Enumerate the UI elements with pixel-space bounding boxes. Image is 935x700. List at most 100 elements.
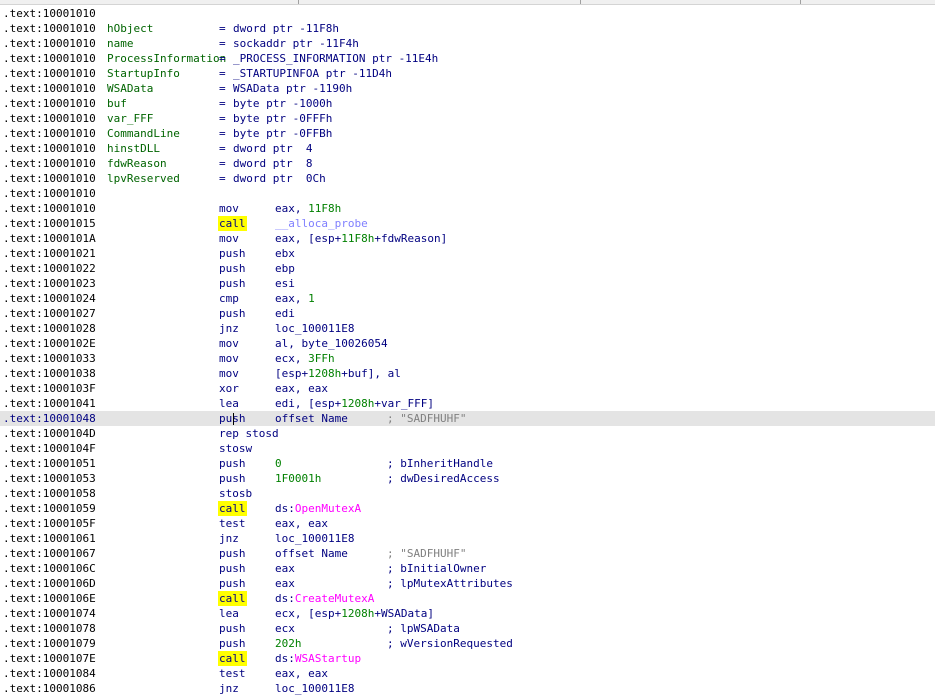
instruction-operands[interactable]: al, byte_10026054 bbox=[275, 336, 388, 351]
listing-line[interactable]: .text:10001010 fdwReason = dword ptr 8 bbox=[0, 156, 935, 171]
instruction-operands[interactable]: __alloca_probe bbox=[275, 216, 368, 231]
listing-line[interactable]: .text:1000105F test eax, eax bbox=[0, 516, 935, 531]
listing-line[interactable]: .text:10001010 bbox=[0, 186, 935, 201]
instruction-mnemonic[interactable]: lea bbox=[219, 396, 239, 411]
instruction-operands[interactable]: ebp bbox=[275, 261, 295, 276]
instruction-mnemonic[interactable]: cmp bbox=[219, 291, 239, 306]
listing-line[interactable]: .text:10001084 test eax, eax bbox=[0, 666, 935, 681]
instruction-mnemonic[interactable]: push bbox=[219, 561, 246, 576]
instruction-operands[interactable]: 202h bbox=[275, 636, 302, 651]
instruction-operands[interactable]: ds:CreateMutexA bbox=[275, 591, 374, 606]
instruction-operands[interactable]: eax, eax bbox=[275, 516, 328, 531]
listing-line[interactable]: .text:10001024 cmp eax, 1 bbox=[0, 291, 935, 306]
listing-line[interactable]: .text:10001010 buf = byte ptr -1000h bbox=[0, 96, 935, 111]
instruction-operands[interactable]: loc_100011E8 bbox=[275, 531, 354, 546]
instruction-operands[interactable]: eax, eax bbox=[275, 381, 328, 396]
instruction-mnemonic[interactable]: mov bbox=[219, 336, 239, 351]
instruction-mnemonic[interactable]: stosb bbox=[219, 486, 252, 501]
instruction-mnemonic[interactable]: push bbox=[219, 276, 246, 291]
listing-line[interactable]: .text:1000104F stosw bbox=[0, 441, 935, 456]
instruction-operands[interactable]: 1F0001h bbox=[275, 471, 321, 486]
listing-line[interactable]: .text:10001033 mov ecx, 3FFh bbox=[0, 351, 935, 366]
instruction-operands[interactable]: edi bbox=[275, 306, 295, 321]
disassembly-listing[interactable]: .text:10001010 .text:10001010 hObject = dwor… bbox=[0, 6, 935, 696]
instruction-mnemonic[interactable]: jnz bbox=[219, 681, 239, 696]
instruction-mnemonic[interactable]: mov bbox=[219, 351, 239, 366]
call-mnemonic[interactable]: call bbox=[218, 501, 247, 516]
listing-line[interactable]: .text:10001058 stosb bbox=[0, 486, 935, 501]
call-mnemonic[interactable]: call bbox=[218, 591, 247, 606]
listing-line[interactable]: .text:10001010 name = sockaddr ptr -11F4h bbox=[0, 36, 935, 51]
imported-function-name[interactable]: WSAStartup bbox=[295, 652, 361, 665]
instruction-operands[interactable]: 0 bbox=[275, 456, 282, 471]
instruction-operands[interactable]: offset Name bbox=[275, 411, 348, 426]
instruction-operands[interactable]: eax, [esp+11F8h+fdwReason] bbox=[275, 231, 447, 246]
instruction-mnemonic[interactable]: mov bbox=[219, 366, 239, 381]
listing-line[interactable]: .text:10001059 call ds:OpenMutexA bbox=[0, 501, 935, 516]
instruction-operands[interactable]: eax, 1 bbox=[275, 291, 315, 306]
instruction-operands[interactable]: loc_100011E8 bbox=[275, 681, 354, 696]
instruction-operands[interactable]: esi bbox=[275, 276, 295, 291]
instruction-operands[interactable]: ds:OpenMutexA bbox=[275, 501, 361, 516]
listing-line[interactable]: .text:10001010 bbox=[0, 6, 935, 21]
instruction-mnemonic[interactable]: push bbox=[219, 576, 246, 591]
listing-line[interactable]: .text:1000102E mov al, byte_10026054 bbox=[0, 336, 935, 351]
listing-line[interactable]: .text:10001027 push edi bbox=[0, 306, 935, 321]
instruction-mnemonic[interactable]: mov bbox=[219, 231, 239, 246]
instruction-operands[interactable]: offset Name bbox=[275, 546, 348, 561]
instruction-mnemonic[interactable]: jnz bbox=[219, 531, 239, 546]
listing-line[interactable]: .text:10001038 mov [esp+1208h+buf], al bbox=[0, 366, 935, 381]
listing-line[interactable]: .text:1000104D rep stosd bbox=[0, 426, 935, 441]
listing-line[interactable]: .text:10001041 lea edi, [esp+1208h+var_FFF… bbox=[0, 396, 935, 411]
instruction-mnemonic[interactable]: test bbox=[219, 666, 246, 681]
call-mnemonic[interactable]: call bbox=[218, 216, 247, 231]
call-mnemonic[interactable]: call bbox=[218, 651, 247, 666]
current-listing-line[interactable]: .text:10001048pushoffset Name; "SADFHUHF… bbox=[0, 411, 935, 426]
instruction-mnemonic[interactable]: stosw bbox=[219, 441, 252, 456]
listing-line[interactable]: .text:1000106D push eax ; lpMutexAttributes bbox=[0, 576, 935, 591]
listing-line[interactable]: .text:10001010 hinstDLL = dword ptr 4 bbox=[0, 141, 935, 156]
listing-line[interactable]: .text:10001010 ProcessInformation = _PROCES… bbox=[0, 51, 935, 66]
instruction-mnemonic[interactable]: push bbox=[219, 621, 246, 636]
listing-line[interactable]: .text:1000106E call ds:CreateMutexA bbox=[0, 591, 935, 606]
listing-line[interactable]: .text:10001021 push ebx bbox=[0, 246, 935, 261]
instruction-operands[interactable]: ecx bbox=[275, 621, 295, 636]
function-name[interactable]: __alloca_probe bbox=[275, 217, 368, 230]
instruction-mnemonic[interactable]: jnz bbox=[219, 321, 239, 336]
instruction-mnemonic[interactable]: xor bbox=[219, 381, 239, 396]
instruction-operands[interactable]: [esp+1208h+buf], al bbox=[275, 366, 401, 381]
instruction-operands[interactable]: ds:WSAStartup bbox=[275, 651, 361, 666]
listing-line[interactable]: .text:10001074 lea ecx, [esp+1208h+WSAData… bbox=[0, 606, 935, 621]
instruction-mnemonic[interactable]: mov bbox=[219, 201, 239, 216]
listing-line[interactable]: .text:10001053 push 1F0001h ; dwDesiredAcce… bbox=[0, 471, 935, 486]
listing-line[interactable]: .text:10001028 jnz loc_100011E8 bbox=[0, 321, 935, 336]
listing-line[interactable]: .text:10001061 jnz loc_100011E8 bbox=[0, 531, 935, 546]
instruction-mnemonic[interactable]: lea bbox=[219, 606, 239, 621]
instruction-mnemonic[interactable]: rep stosd bbox=[219, 426, 279, 441]
instruction-operands[interactable]: eax, 11F8h bbox=[275, 201, 341, 216]
instruction-operands[interactable]: loc_100011E8 bbox=[275, 321, 354, 336]
instruction-mnemonic[interactable]: push bbox=[219, 306, 246, 321]
instruction-operands[interactable]: ecx, 3FFh bbox=[275, 351, 335, 366]
listing-line[interactable]: .text:10001067 push offset Name ; "SADFHUHF… bbox=[0, 546, 935, 561]
instruction-mnemonic[interactable]: test bbox=[219, 516, 246, 531]
listing-line[interactable]: .text:10001078 push ecx ; lpWSAData bbox=[0, 621, 935, 636]
listing-line[interactable]: .text:10001010 WSAData = WSAData ptr -1190h bbox=[0, 81, 935, 96]
instruction-mnemonic[interactable]: push bbox=[219, 261, 246, 276]
listing-line[interactable]: .text:1000103F xor eax, eax bbox=[0, 381, 935, 396]
listing-line[interactable]: .text:1000106C push eax ; bInitialOwner bbox=[0, 561, 935, 576]
instruction-operands[interactable]: eax bbox=[275, 561, 295, 576]
listing-line[interactable]: .text:10001051 push 0 ; bInheritHandle bbox=[0, 456, 935, 471]
listing-line[interactable]: .text:1000101A mov eax, [esp+11F8h+fdwReas… bbox=[0, 231, 935, 246]
listing-line[interactable]: .text:10001015 call __alloca_probe bbox=[0, 216, 935, 231]
instruction-operands[interactable]: eax bbox=[275, 576, 295, 591]
listing-line[interactable]: .text:10001022 push ebp bbox=[0, 261, 935, 276]
listing-line[interactable]: .text:10001079 push 202h ; wVersionRequeste… bbox=[0, 636, 935, 651]
listing-line[interactable]: .text:10001010 StartupInfo = _STARTUPINFOA … bbox=[0, 66, 935, 81]
instruction-mnemonic[interactable]: push bbox=[219, 636, 246, 651]
instruction-mnemonic[interactable]: push bbox=[219, 471, 246, 486]
listing-line[interactable]: .text:10001010 lpvReserved = dword ptr 0Ch bbox=[0, 171, 935, 186]
listing-line[interactable]: .text:10001010 mov eax, 11F8h bbox=[0, 201, 935, 216]
listing-line[interactable]: .text:10001010 CommandLine = byte ptr -0FFB… bbox=[0, 126, 935, 141]
listing-line[interactable]: .text:10001010 hObject = dword ptr -11F8h bbox=[0, 21, 935, 36]
